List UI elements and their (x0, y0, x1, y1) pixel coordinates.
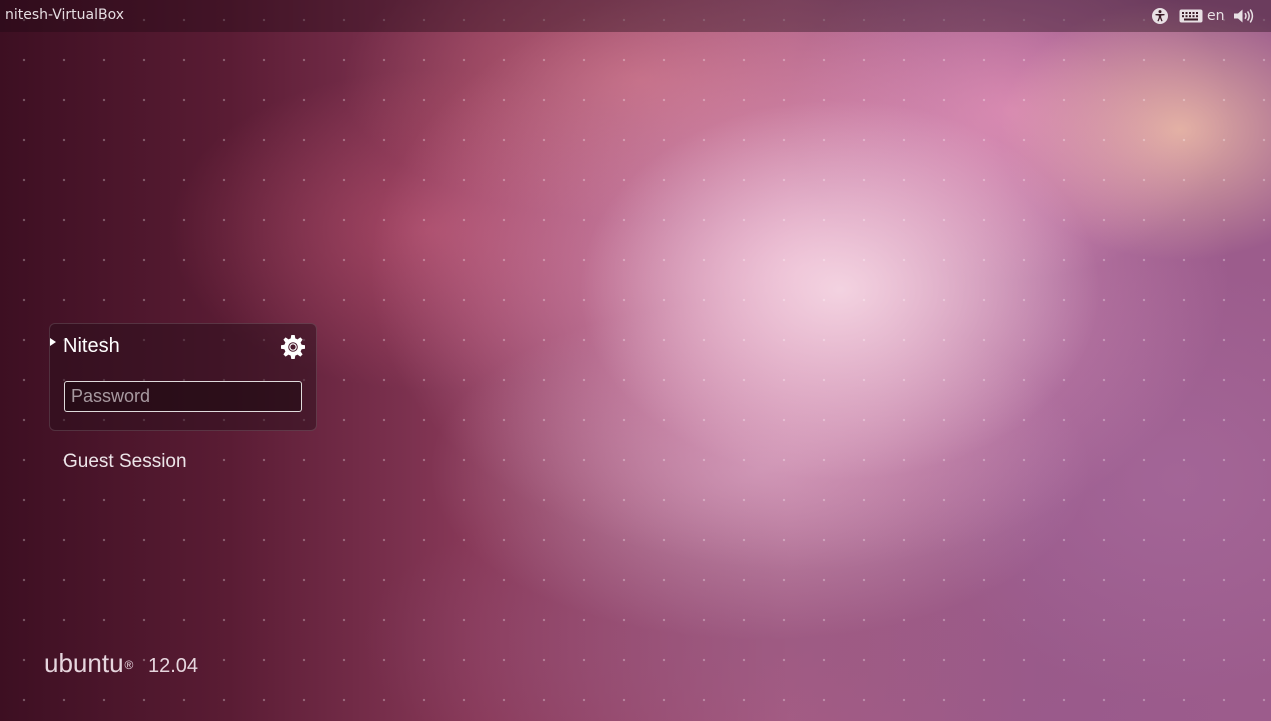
user-name[interactable]: Nitesh (63, 333, 120, 359)
password-input[interactable] (64, 381, 302, 412)
ubuntu-logo: ubuntu® (44, 646, 133, 680)
guest-session-button[interactable]: Guest Session (63, 450, 187, 474)
ubuntu-version: 12.04 (148, 655, 199, 677)
hostname-label: nitesh-VirtualBox (5, 7, 125, 23)
volume-icon (1234, 9, 1254, 23)
accessibility-menu[interactable] (1151, 0, 1171, 32)
accessibility-icon (1152, 8, 1168, 24)
login-screen: nitesh-VirtualBox en Nitesh Guest Sessio… (0, 0, 1271, 721)
keyboard-icon (1179, 9, 1203, 23)
ubuntu-logo-text: ubuntu (44, 648, 124, 678)
gear-icon[interactable] (280, 334, 306, 360)
keyboard-layout-label: en (1207, 8, 1225, 24)
selected-user-arrow-icon (50, 338, 56, 346)
top-panel: nitesh-VirtualBox en (0, 0, 1271, 32)
keyboard-layout-menu[interactable]: en (1179, 0, 1225, 32)
registered-mark: ® (124, 658, 134, 672)
volume-menu[interactable] (1233, 0, 1257, 32)
